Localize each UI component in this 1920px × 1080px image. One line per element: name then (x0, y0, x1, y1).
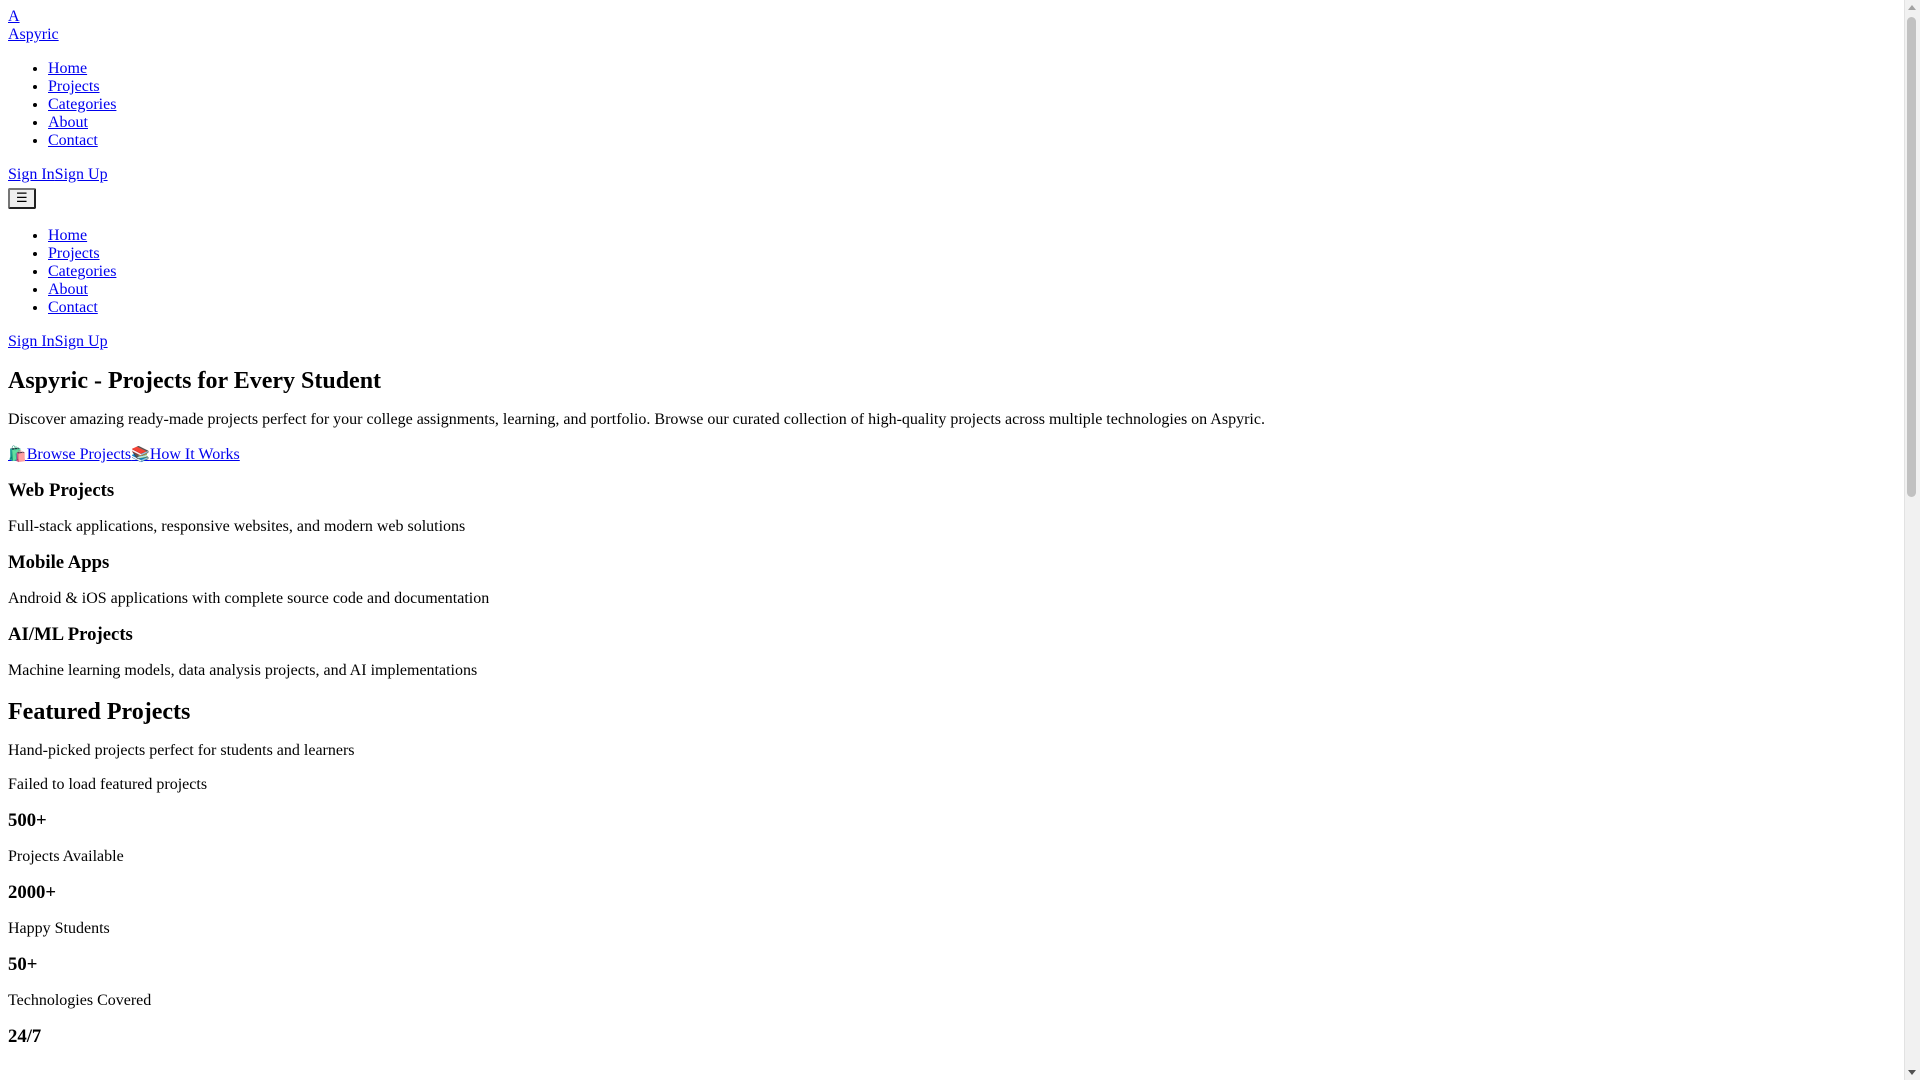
page: A Aspyric Home Projects Categories About… (8, 8, 1888, 1064)
nav-link-about[interactable]: About (48, 114, 88, 131)
nav-item-contact: Contact (48, 132, 1888, 150)
scroll-down-arrow-icon[interactable] (1908, 1070, 1916, 1075)
sign-in-link[interactable]: Sign In (8, 166, 55, 183)
vertical-scrollbar[interactable] (1904, 0, 1920, 1080)
category-mobile: Mobile Apps Android & iOS applications w… (8, 552, 1888, 608)
main-nav: Home Projects Categories About Contact (8, 60, 1888, 150)
browse-projects-button[interactable]: 🛍️Browse Projects (8, 445, 132, 463)
mobile-nav-item-categories: Categories (48, 263, 1888, 281)
category-description: Machine learning models, data analysis p… (8, 662, 478, 679)
category-description: Full-stack applications, responsive webs… (8, 518, 466, 535)
mobile-nav-link-categories[interactable]: Categories (48, 263, 116, 280)
browse-projects-label: Browse Projects (26, 446, 132, 463)
scrollbar-thumb[interactable] (1907, 17, 1916, 497)
category-web: Web Projects Full-stack applications, re… (8, 480, 1888, 536)
hamburger-menu-icon[interactable]: ☰ (8, 188, 36, 209)
nav-link-projects[interactable]: Projects (48, 78, 100, 95)
mobile-nav-item-about: About (48, 281, 1888, 299)
mobile-nav-link-projects[interactable]: Projects (48, 245, 100, 262)
stat-label: Projects Available (8, 848, 124, 865)
featured-title: Featured Projects (8, 699, 191, 725)
mobile-nav-item-home: Home (48, 227, 1888, 245)
how-it-works-button[interactable]: 📚How It Works (131, 445, 240, 463)
stat-projects: 500+ Projects Available (8, 810, 1888, 866)
auth-links: Sign InSign Up (8, 166, 1888, 184)
stat-label: Technologies Covered (8, 992, 152, 1009)
category-title: Web Projects (8, 480, 115, 501)
scroll-up-arrow-icon[interactable] (1908, 5, 1916, 10)
nav-item-about: About (48, 114, 1888, 132)
category-description: Android & iOS applications with complete… (8, 590, 490, 607)
nav-item-projects: Projects (48, 78, 1888, 96)
nav-link-categories[interactable]: Categories (48, 96, 116, 113)
stat-students: 2000+ Happy Students (8, 882, 1888, 938)
hero-title: Aspyric - Projects for Every Student (8, 368, 382, 394)
mobile-nav: Home Projects Categories About Contact (8, 227, 1888, 317)
stat-label: Happy Students (8, 920, 110, 937)
stat-technologies: 50+ Technologies Covered (8, 954, 1888, 1010)
mobile-auth-links: Sign InSign Up (8, 333, 1888, 351)
mobile-nav-link-contact[interactable]: Contact (48, 299, 98, 316)
featured-subtitle: Hand-picked projects perfect for student… (8, 742, 355, 759)
featured-error-message: Failed to load featured projects (8, 776, 208, 793)
nav-item-home: Home (48, 60, 1888, 78)
stat-value: 500+ (8, 810, 47, 831)
sign-up-link[interactable]: Sign Up (55, 166, 108, 183)
logo-text[interactable]: Aspyric (8, 26, 1888, 44)
hero-description: Discover amazing ready-made projects per… (8, 411, 1265, 428)
menu-toggle-wrapper: ☰ (8, 188, 1888, 209)
category-title: AI/ML Projects (8, 624, 133, 645)
nav-item-categories: Categories (48, 96, 1888, 114)
nav-link-contact[interactable]: Contact (48, 132, 98, 149)
hero-cta-group: 🛍️Browse Projects📚How It Works (8, 445, 1888, 464)
mobile-sign-in-link[interactable]: Sign In (8, 333, 55, 350)
mobile-nav-link-home[interactable]: Home (48, 227, 87, 244)
mobile-nav-link-about[interactable]: About (48, 281, 88, 298)
stat-value: 2000+ (8, 882, 57, 903)
mobile-sign-up-link[interactable]: Sign Up (55, 333, 108, 350)
books-icon: 📚 (131, 445, 150, 463)
mobile-nav-item-projects: Projects (48, 245, 1888, 263)
category-title: Mobile Apps (8, 552, 110, 573)
stat-value: 24/7 (8, 1026, 42, 1047)
shopping-bags-icon: 🛍️ (8, 445, 27, 463)
logo[interactable]: A Aspyric (8, 8, 1888, 44)
nav-link-home[interactable]: Home (48, 60, 87, 77)
stat-value: 50+ (8, 954, 38, 975)
mobile-nav-item-contact: Contact (48, 299, 1888, 317)
category-ai-ml: AI/ML Projects Machine learning models, … (8, 624, 1888, 680)
stat-support: 24/7 (8, 1026, 1888, 1048)
how-it-works-label: How It Works (149, 446, 240, 463)
logo-mark[interactable]: A (8, 8, 1888, 26)
